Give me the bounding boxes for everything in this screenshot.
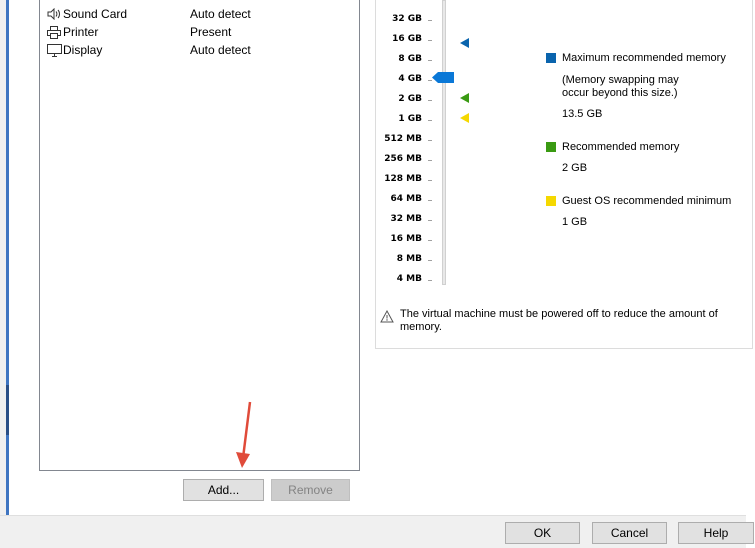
max-recommended-title: Maximum recommended memory	[562, 52, 726, 64]
minimum-swatch	[546, 196, 556, 206]
memory-slider-thumb[interactable]	[432, 72, 454, 83]
minimum-title: Guest OS recommended minimum	[562, 195, 732, 207]
memory-scale-tick	[428, 240, 432, 241]
memory-scale-label: 32 GB	[392, 14, 422, 24]
memory-scale-tick	[428, 160, 432, 161]
memory-scale-label: 8 GB	[398, 54, 422, 64]
recommended-title: Recommended memory	[562, 141, 680, 153]
memory-scale-label: 16 MB	[390, 234, 422, 244]
device-summary: Present	[190, 25, 232, 39]
window-left-edge	[0, 0, 9, 548]
max-recommended-swatch	[546, 53, 556, 63]
memory-scale-tick	[428, 200, 432, 201]
memory-slider-track[interactable]	[442, 0, 446, 285]
hardware-device-list[interactable]: Sound Card Auto detect Printer Present D…	[39, 0, 360, 471]
minimum-marker-icon	[460, 113, 469, 123]
memory-scale-tick	[428, 260, 432, 261]
printer-icon	[46, 25, 62, 39]
ok-button[interactable]: OK	[505, 522, 580, 544]
max-recommended-note-line2: occur beyond this size.)	[562, 87, 678, 99]
recommended-value: 2 GB	[562, 162, 588, 174]
memory-scale-label: 2 GB	[398, 94, 422, 104]
max-recommended-marker-icon	[460, 38, 469, 48]
speaker-icon	[46, 7, 62, 21]
memory-scale-tick	[428, 120, 432, 121]
memory-scale-tick	[428, 140, 432, 141]
max-recommended-value: 13.5 GB	[562, 108, 603, 120]
memory-scale-label: 32 MB	[390, 214, 422, 224]
recommended-marker-icon	[460, 93, 469, 103]
minimum-value: 1 GB	[562, 216, 588, 228]
device-name: Display	[63, 43, 103, 57]
device-name: Sound Card	[63, 7, 128, 21]
memory-scale-tick	[428, 280, 432, 281]
memory-scale-label: 4 GB	[398, 74, 422, 84]
device-summary: Auto detect	[190, 7, 251, 21]
memory-scale-tick	[428, 20, 432, 21]
memory-scale-label: 4 MB	[396, 274, 422, 284]
device-name: Printer	[63, 25, 99, 39]
memory-scale-label: 1 GB	[398, 114, 422, 124]
memory-scale-label: 16 GB	[392, 34, 422, 44]
display-icon	[46, 43, 62, 57]
device-summary: Auto detect	[190, 43, 251, 57]
annotation-arrow-icon	[236, 401, 252, 468]
cancel-button[interactable]: Cancel	[592, 522, 667, 544]
memory-scale-tick	[428, 60, 432, 61]
memory-scale-label: 8 MB	[396, 254, 422, 264]
warning-icon	[380, 310, 394, 323]
help-button[interactable]: Help	[678, 522, 754, 544]
remove-device-button[interactable]: Remove	[271, 479, 350, 501]
memory-scale-label: 256 MB	[384, 154, 422, 164]
memory-scale-tick	[428, 100, 432, 101]
add-device-button[interactable]: Add...	[183, 479, 264, 501]
memory-scale-tick	[428, 220, 432, 221]
memory-scale-tick	[428, 40, 432, 41]
recommended-swatch	[546, 142, 556, 152]
max-recommended-note-line1: (Memory swapping may	[562, 74, 679, 86]
warning-text: The virtual machine must be powered off …	[400, 308, 718, 333]
memory-scale-label: 64 MB	[390, 194, 422, 204]
memory-scale-label: 128 MB	[384, 174, 422, 184]
memory-scale-label: 512 MB	[384, 134, 422, 144]
memory-scale-tick	[428, 180, 432, 181]
